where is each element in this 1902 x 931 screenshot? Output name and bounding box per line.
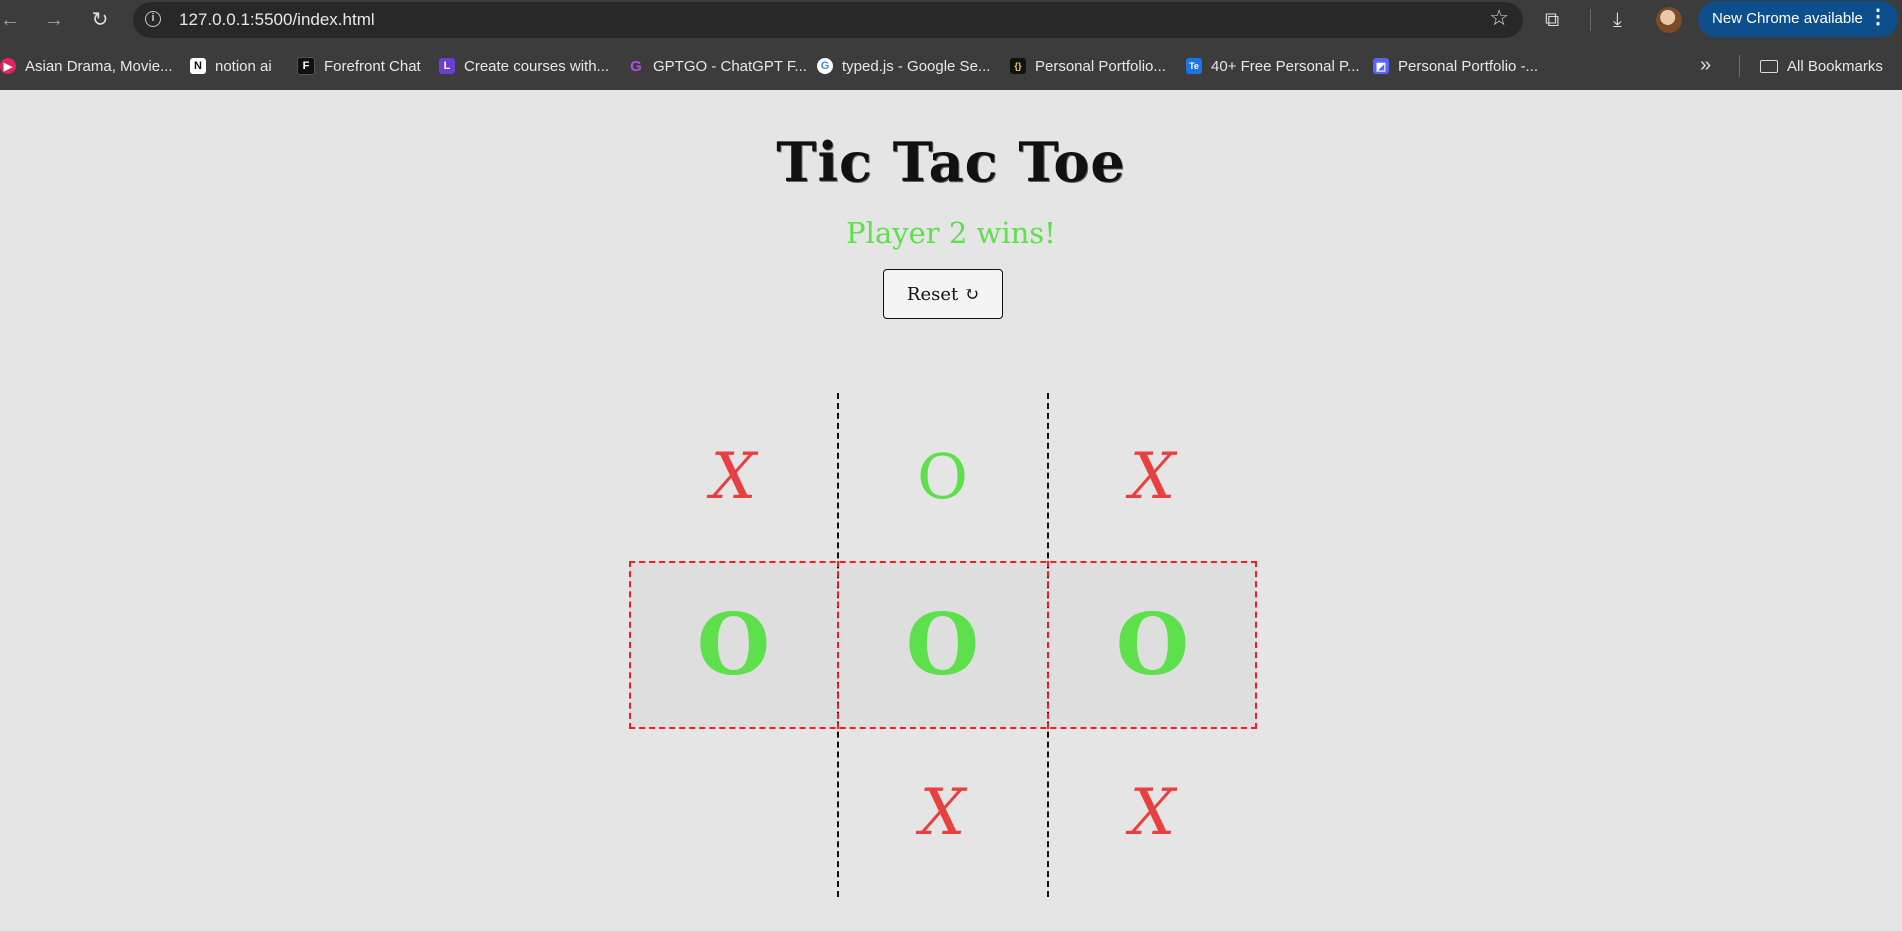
letter-l-icon: L — [439, 58, 455, 74]
page-title: Tic Tac Toe — [776, 130, 1126, 194]
site-info-icon[interactable]: i — [145, 11, 161, 27]
game-board: X O X O O O X X — [629, 393, 1257, 897]
more-menu-icon[interactable]: ⋮ — [1868, 7, 1888, 27]
board-cell[interactable] — [629, 729, 838, 897]
bookmark-create-courses[interactable]: L Create courses with... — [439, 56, 609, 76]
portfolio-icon: ◩ — [1373, 58, 1389, 74]
all-bookmarks-button[interactable]: All Bookmarks — [1760, 56, 1883, 76]
cell-mark: O — [917, 440, 968, 513]
profile-avatar[interactable] — [1656, 7, 1682, 33]
address-bar[interactable]: i 127.0.0.1:5500/index.html ☆ — [133, 2, 1523, 38]
update-label: New Chrome available — [1712, 10, 1863, 27]
board-cell[interactable]: O — [838, 561, 1047, 729]
bookmark-forefront-chat[interactable]: F Forefront Chat — [297, 56, 421, 76]
bookmark-typedjs[interactable]: G typed.js - Google Se... — [817, 56, 990, 76]
notion-icon: N — [190, 58, 206, 74]
board-cell[interactable]: X — [838, 729, 1047, 897]
chrome-update-button[interactable]: New Chrome available ⋮ — [1698, 1, 1898, 37]
url-text[interactable]: 127.0.0.1:5500/index.html — [179, 10, 375, 30]
cell-mark: O — [1115, 595, 1190, 694]
game-status: Player 2 wins! — [846, 216, 1056, 250]
browser-toolbar: ← → ↻ i 127.0.0.1:5500/index.html ☆ ⧉ ⤓ … — [0, 0, 1902, 40]
play-icon: ▶ — [0, 58, 16, 74]
board-cell[interactable]: O — [1048, 561, 1257, 729]
bookmarks-divider — [1739, 55, 1740, 77]
winning-cell-divider — [837, 561, 839, 729]
forefront-icon: F — [297, 57, 315, 75]
all-bookmarks-label: All Bookmarks — [1787, 57, 1883, 75]
code-icon: {} — [1010, 58, 1026, 74]
bookmark-label: Personal Portfolio -... — [1398, 57, 1539, 75]
forward-arrow-icon[interactable]: → — [40, 6, 68, 34]
board-cell[interactable]: O — [838, 393, 1047, 561]
bookmark-label: typed.js - Google Se... — [842, 57, 991, 75]
reload-icon[interactable]: ↻ — [86, 6, 114, 34]
bookmark-free-personal[interactable]: Te 40+ Free Personal P... — [1186, 56, 1360, 76]
bookmark-personal-portfolio-2[interactable]: ◩ Personal Portfolio -... — [1373, 56, 1538, 76]
cell-mark: X — [1129, 776, 1176, 850]
board-cell[interactable]: X — [1048, 729, 1257, 897]
winning-cell-divider — [1047, 561, 1049, 729]
te-icon: Te — [1186, 58, 1202, 74]
bookmark-gptgo[interactable]: G GPTGO - ChatGPT F... — [628, 56, 807, 76]
reset-button[interactable]: Reset ↻ — [883, 269, 1003, 319]
cell-mark: X — [1129, 440, 1176, 514]
bookmark-label: notion ai — [215, 57, 272, 75]
board-cell[interactable]: X — [1048, 393, 1257, 561]
extensions-icon[interactable]: ⧉ — [1545, 7, 1559, 33]
bookmark-notion-ai[interactable]: N notion ai — [190, 56, 272, 76]
bookmark-personal-portfolio[interactable]: {} Personal Portfolio... — [1010, 56, 1166, 76]
board-cell[interactable]: X — [629, 393, 838, 561]
bookmark-star-icon[interactable]: ☆ — [1489, 7, 1509, 29]
toolbar-divider — [1590, 9, 1591, 31]
bookmark-label: Forefront Chat — [324, 57, 421, 75]
bookmark-label: Create courses with... — [464, 57, 610, 75]
board-cell[interactable]: O — [629, 561, 838, 729]
bookmark-asian-drama[interactable]: ▶ Asian Drama, Movie... — [0, 56, 173, 76]
letter-g-icon: G — [630, 57, 642, 75]
bookmark-label: 40+ Free Personal P... — [1211, 57, 1360, 75]
bookmark-label: Asian Drama, Movie... — [25, 57, 173, 75]
chevron-double-right-icon[interactable]: » — [1700, 54, 1711, 77]
download-icon[interactable]: ⤓ — [1613, 7, 1622, 33]
cell-mark: X — [710, 440, 757, 514]
back-arrow-icon[interactable]: ← — [0, 6, 24, 34]
folder-icon — [1760, 59, 1778, 73]
google-icon: G — [817, 58, 833, 74]
cell-mark: O — [696, 595, 771, 694]
bookmark-label: GPTGO - ChatGPT F... — [653, 57, 807, 75]
cell-mark: O — [905, 595, 980, 694]
cell-mark: X — [919, 776, 966, 850]
bookmark-label: Personal Portfolio... — [1035, 57, 1166, 75]
bookmarks-bar: ▶ Asian Drama, Movie... N notion ai F Fo… — [0, 40, 1902, 90]
